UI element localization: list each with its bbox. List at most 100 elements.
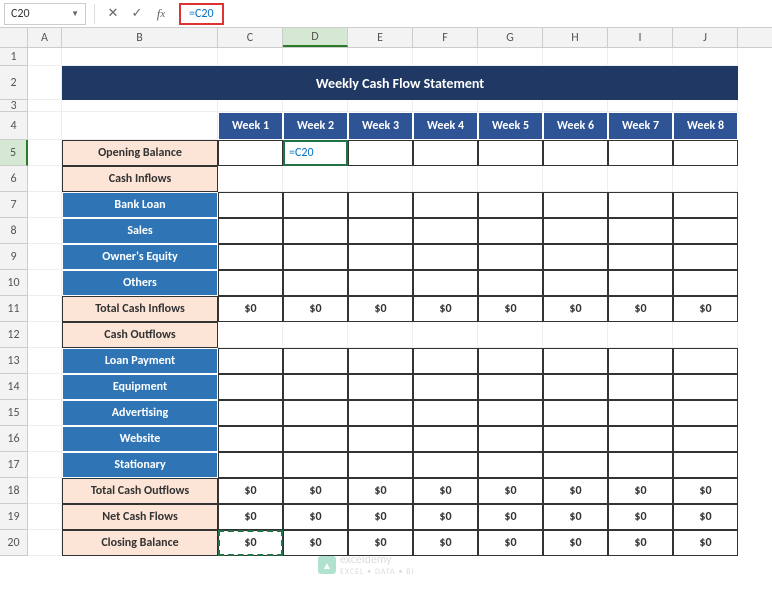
cell[interactable]: $0 — [478, 530, 543, 556]
cell[interactable] — [478, 270, 543, 296]
cell[interactable] — [413, 218, 478, 244]
cell[interactable]: $0 — [218, 296, 283, 322]
cell[interactable]: $0 — [218, 478, 283, 504]
row-header[interactable]: 2 — [0, 66, 28, 100]
cell[interactable] — [348, 452, 413, 478]
fx-icon[interactable]: fx — [151, 4, 171, 24]
cell[interactable] — [478, 348, 543, 374]
cell[interactable]: $0 — [608, 478, 673, 504]
cell[interactable] — [608, 244, 673, 270]
row-header[interactable]: 12 — [0, 322, 28, 348]
cell[interactable] — [218, 348, 283, 374]
cell[interactable]: $0 — [478, 478, 543, 504]
col-header-h[interactable]: H — [543, 28, 608, 47]
cell[interactable] — [413, 140, 478, 166]
cancel-icon[interactable]: ✕ — [103, 4, 123, 24]
row-header[interactable]: 9 — [0, 244, 28, 270]
cell[interactable] — [543, 218, 608, 244]
cell[interactable] — [348, 400, 413, 426]
cell[interactable] — [413, 452, 478, 478]
cell[interactable] — [673, 400, 738, 426]
row-header[interactable]: 5 — [0, 140, 28, 166]
cell[interactable]: $0 — [673, 478, 738, 504]
cell[interactable]: $0 — [413, 530, 478, 556]
row-header[interactable]: 16 — [0, 426, 28, 452]
row-header[interactable]: 15 — [0, 400, 28, 426]
cell[interactable]: $0 — [348, 530, 413, 556]
cell-c5[interactable] — [218, 140, 283, 166]
col-header-a[interactable]: A — [28, 28, 62, 47]
cell[interactable] — [478, 192, 543, 218]
col-header-j[interactable]: J — [673, 28, 738, 47]
cell[interactable] — [413, 400, 478, 426]
cell[interactable]: $0 — [543, 504, 608, 530]
cell[interactable] — [673, 452, 738, 478]
cell[interactable] — [673, 192, 738, 218]
cell[interactable] — [283, 400, 348, 426]
cell[interactable] — [608, 426, 673, 452]
cell[interactable] — [348, 374, 413, 400]
cell[interactable] — [478, 452, 543, 478]
cell[interactable] — [673, 374, 738, 400]
col-header-c[interactable]: C — [218, 28, 283, 47]
cell[interactable]: $0 — [283, 478, 348, 504]
cell[interactable] — [478, 140, 543, 166]
cell[interactable] — [348, 244, 413, 270]
cell[interactable] — [543, 400, 608, 426]
cell[interactable] — [673, 270, 738, 296]
select-all-corner[interactable] — [0, 28, 28, 47]
cell[interactable] — [413, 192, 478, 218]
cell[interactable]: $0 — [478, 296, 543, 322]
col-header-g[interactable]: G — [478, 28, 543, 47]
cell[interactable] — [608, 140, 673, 166]
cell[interactable] — [673, 426, 738, 452]
cell[interactable] — [478, 426, 543, 452]
cell[interactable] — [348, 426, 413, 452]
cell[interactable] — [543, 192, 608, 218]
cell[interactable]: $0 — [413, 504, 478, 530]
cell[interactable]: $0 — [348, 478, 413, 504]
col-header-d[interactable]: D — [283, 28, 348, 47]
col-header-e[interactable]: E — [348, 28, 413, 47]
row-header[interactable]: 1 — [0, 48, 28, 66]
col-header-b[interactable]: B — [62, 28, 218, 47]
cell[interactable] — [608, 452, 673, 478]
cell[interactable] — [413, 244, 478, 270]
name-box[interactable]: C20 ▼ — [4, 3, 86, 25]
row-header[interactable]: 19 — [0, 504, 28, 530]
col-header-f[interactable]: F — [413, 28, 478, 47]
cell[interactable] — [218, 218, 283, 244]
row-header[interactable]: 18 — [0, 478, 28, 504]
cell[interactable] — [283, 244, 348, 270]
cell[interactable] — [348, 270, 413, 296]
row-header[interactable]: 3 — [0, 100, 28, 112]
cell[interactable] — [413, 270, 478, 296]
formula-input[interactable]: =C20 — [175, 3, 768, 25]
cell[interactable] — [608, 192, 673, 218]
cell[interactable] — [543, 374, 608, 400]
cell[interactable] — [478, 400, 543, 426]
cell[interactable] — [348, 140, 413, 166]
cell[interactable] — [283, 218, 348, 244]
cell[interactable] — [543, 244, 608, 270]
col-header-i[interactable]: I — [608, 28, 673, 47]
cell[interactable]: $0 — [283, 530, 348, 556]
cell[interactable] — [218, 374, 283, 400]
cell[interactable] — [608, 348, 673, 374]
cell[interactable] — [283, 452, 348, 478]
cell[interactable]: $0 — [673, 296, 738, 322]
cell[interactable] — [413, 348, 478, 374]
cell[interactable]: $0 — [348, 296, 413, 322]
confirm-icon[interactable]: ✓ — [127, 4, 147, 24]
row-header[interactable]: 7 — [0, 192, 28, 218]
cell[interactable] — [478, 244, 543, 270]
row-header[interactable]: 11 — [0, 296, 28, 322]
cell-d5[interactable] — [283, 140, 348, 166]
cell[interactable] — [673, 244, 738, 270]
row-header[interactable]: 17 — [0, 452, 28, 478]
cell[interactable] — [348, 192, 413, 218]
cell[interactable]: $0 — [673, 530, 738, 556]
cell[interactable]: $0 — [348, 504, 413, 530]
cell[interactable]: $0 — [478, 504, 543, 530]
cell[interactable] — [413, 374, 478, 400]
